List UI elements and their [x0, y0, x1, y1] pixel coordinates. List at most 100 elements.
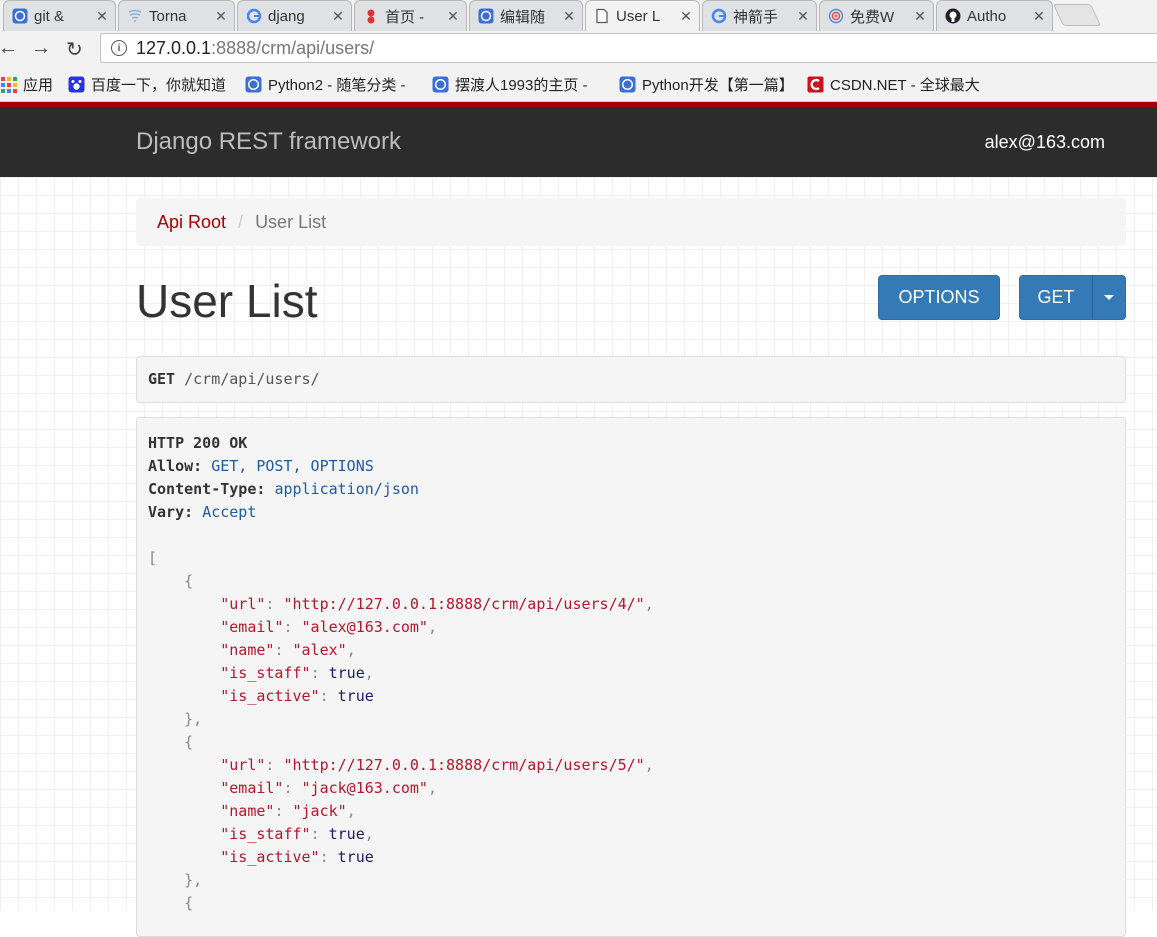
url-input[interactable]: i 127.0.0.1:8888/crm/api/users/ [100, 33, 1157, 63]
reload-icon[interactable]: ↻ [66, 37, 83, 62]
close-icon[interactable]: ✕ [331, 8, 345, 25]
json-field-url: "url": "http://127.0.0.1:8888/crm/api/us… [220, 756, 654, 774]
page-icon [594, 8, 610, 24]
back-arrow-icon[interactable]: ← [0, 37, 18, 60]
json-field-email: "email": "alex@163.com", [220, 618, 437, 636]
bookmark-csdn[interactable]: CSDN.NET - 全球最大 [807, 74, 979, 95]
bookmark-label: Python开发【第一篇】 [642, 77, 791, 94]
new-tab-button[interactable] [1052, 4, 1102, 26]
csdn-icon [807, 76, 824, 93]
json-field-is-staff: "is_staff": true, [220, 664, 374, 682]
bookmark-label: 摆渡人1993的主页 - [455, 77, 588, 94]
bookmark-label: 应用 [23, 77, 54, 94]
tab-title: 编辑随 [500, 8, 546, 26]
bookmark-label: 百度一下，你就知道 [91, 77, 227, 94]
close-icon[interactable]: ✕ [679, 8, 693, 25]
json-field-name: "name": "alex", [220, 641, 356, 659]
apps-icon [0, 76, 17, 93]
browser-tab[interactable]: Torna ✕ [118, 0, 235, 31]
request-info: GET /crm/api/users/ [136, 356, 1126, 403]
target-icon [828, 8, 844, 24]
github-icon [945, 8, 961, 24]
response-info: HTTP 200 OK Allow: GET, POST, OPTIONS Co… [136, 417, 1126, 937]
header-value: application/json [274, 480, 419, 498]
header-name: Allow: [148, 457, 203, 475]
navbar: Django REST framework alex@163.com [0, 107, 1157, 177]
cnblogs-icon [619, 76, 636, 93]
browser-tab[interactable]: djang ✕ [237, 0, 352, 31]
get-button[interactable]: GET [1019, 275, 1093, 320]
bookmark-label: CSDN.NET - 全球最大 [830, 77, 979, 94]
tab-title: Torna [149, 7, 187, 25]
brand-link[interactable]: Django REST framework [136, 128, 401, 156]
tab-title: Autho [967, 7, 1007, 25]
json-field-is-active: "is_active": true [220, 687, 374, 705]
json-field-email: "email": "jack@163.com", [220, 779, 437, 797]
breadcrumb-api-root[interactable]: Api Root [157, 212, 226, 233]
close-icon[interactable]: ✕ [796, 8, 810, 25]
browser-tab[interactable]: 首页 - ✕ [354, 0, 467, 31]
json-field-is-active: "is_active": true [220, 848, 374, 866]
pin-icon [363, 8, 379, 24]
google-icon [246, 8, 262, 24]
browser-tab[interactable]: Autho ✕ [936, 0, 1053, 31]
forward-arrow-icon[interactable]: → [31, 37, 51, 60]
breadcrumb: Api Root / User List [136, 198, 1126, 246]
header-value: GET, POST, OPTIONS [211, 457, 374, 475]
options-button[interactable]: OPTIONS [878, 275, 1000, 320]
close-icon[interactable]: ✕ [913, 8, 927, 25]
address-bar: ← → ↻ i 127.0.0.1:8888/crm/api/users/ [0, 31, 1157, 67]
browser-tab[interactable]: git & ✕ [3, 0, 116, 31]
browser-tab-active[interactable]: User L ✕ [585, 0, 700, 31]
cnblogs-icon [245, 76, 262, 93]
user-menu[interactable]: alex@163.com [985, 132, 1105, 153]
bookmark-python-dev[interactable]: Python开发【第一篇】 [619, 74, 791, 95]
google-icon [711, 8, 727, 24]
browser-tab[interactable]: 神箭手 ✕ [702, 0, 817, 31]
header-name: Content-Type: [148, 480, 266, 498]
response-status: HTTP 200 OK [148, 434, 248, 452]
close-icon[interactable]: ✕ [446, 8, 460, 25]
json-field-is-staff: "is_staff": true, [220, 825, 374, 843]
tab-title: 免费W [850, 8, 895, 26]
url-host: 127.0.0.1 [136, 37, 212, 58]
info-icon[interactable]: i [111, 40, 127, 56]
caret-down-icon [1104, 295, 1114, 300]
baidu-icon [68, 76, 85, 93]
json-field-name: "name": "jack", [220, 802, 356, 820]
header-name: Vary: [148, 503, 194, 521]
breadcrumb-current: User List [255, 211, 327, 232]
tab-title: djang [268, 7, 305, 25]
browser-tab[interactable]: 免费W ✕ [819, 0, 934, 31]
browser-tab[interactable]: 编辑随 ✕ [469, 0, 583, 31]
close-icon[interactable]: ✕ [562, 8, 576, 25]
json-field-url: "url": "http://127.0.0.1:8888/crm/api/us… [220, 595, 654, 613]
cnblogs-icon [432, 76, 449, 93]
breadcrumb-separator: / [238, 211, 244, 232]
cnblogs-icon [12, 8, 28, 24]
tab-title: 神箭手 [733, 8, 779, 26]
bookmark-baidu[interactable]: 百度一下，你就知道 [68, 74, 232, 95]
close-icon[interactable]: ✕ [95, 8, 109, 25]
tab-title: User L [616, 7, 661, 25]
close-icon[interactable]: ✕ [214, 8, 228, 25]
request-path: /crm/api/users/ [184, 370, 320, 388]
tornado-icon [127, 8, 143, 24]
bookmark-apps[interactable]: 应用 [0, 74, 53, 95]
tab-title: git & [34, 7, 65, 25]
request-method: GET [148, 370, 176, 388]
user-url-link[interactable]: "http://127.0.0.1:8888/crm/api/users/4/" [283, 595, 644, 613]
bookmark-python2[interactable]: Python2 - 随笔分类 - [245, 74, 417, 95]
user-url-link[interactable]: "http://127.0.0.1:8888/crm/api/users/5/" [283, 756, 644, 774]
url-path: :8888/crm/api/users/ [211, 37, 375, 58]
page-title: User List [136, 275, 318, 327]
bookmark-baiduren[interactable]: 摆渡人1993的主页 - [432, 74, 604, 95]
bookmarks-bar: 应用 百度一下，你就知道 Python2 - 随笔分类 - 摆渡人1993的主页… [0, 67, 1157, 102]
cnblogs-icon [478, 8, 494, 24]
browser-tab-bar: git & ✕ Torna ✕ djang ✕ 首页 - ✕ 编辑随 ✕ Use… [0, 0, 1157, 31]
tab-title: 首页 - [385, 8, 425, 26]
close-icon[interactable]: ✕ [1032, 8, 1046, 25]
bookmark-label: Python2 - 随笔分类 - [268, 77, 406, 94]
get-format-dropdown[interactable] [1092, 275, 1126, 320]
header-value: Accept [202, 503, 257, 521]
